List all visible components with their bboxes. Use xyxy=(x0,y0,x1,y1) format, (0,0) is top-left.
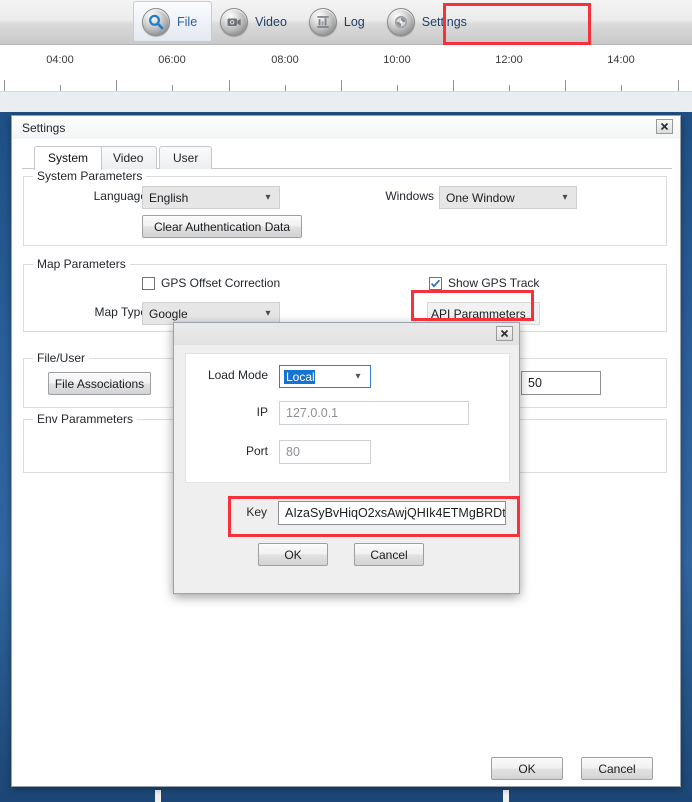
toolbar-button-file-label: File xyxy=(177,14,198,29)
timeline-ticks xyxy=(0,77,692,91)
checkbox-box-checked xyxy=(429,276,442,290)
file-associations-button[interactable]: File Associations xyxy=(48,372,151,395)
ip-label: IP xyxy=(256,405,268,419)
tab-system[interactable]: System xyxy=(34,146,103,170)
key-label: Key xyxy=(246,505,267,519)
timeline-label: 10:00 xyxy=(383,54,411,66)
timeline-ruler[interactable]: 04:00 06:00 08:00 10:00 12:00 14:00 xyxy=(0,45,692,92)
close-icon[interactable] xyxy=(656,119,673,134)
ip-input[interactable]: 127.0.0.1 xyxy=(279,401,469,425)
load-mode-value: Local xyxy=(284,369,315,384)
timeline-track-band xyxy=(0,92,692,112)
toolbar-button-video[interactable]: Video xyxy=(212,1,301,42)
settings-dialog-titlebar[interactable]: Settings xyxy=(12,116,680,140)
tab-video[interactable]: Video xyxy=(99,146,158,169)
toolbar-button-settings[interactable]: Settings xyxy=(379,1,481,42)
gps-offset-correction-label: GPS Offset Correction xyxy=(161,276,281,290)
language-label: Language xyxy=(93,189,147,203)
windows-label: Windows xyxy=(385,189,434,203)
toolbar-button-file[interactable]: File xyxy=(133,1,213,42)
group-system-parameters: System Parameters Language English ▾ Win… xyxy=(23,169,667,246)
chevron-down-icon: ▾ xyxy=(265,192,271,203)
toolbar-button-video-label: Video xyxy=(255,14,287,29)
chevron-down-icon: ▾ xyxy=(562,192,568,203)
language-value: English xyxy=(149,190,189,205)
settings-cancel-button[interactable]: Cancel xyxy=(581,757,653,780)
toolbar-left-spacer xyxy=(0,0,133,44)
settings-dialog-title: Settings xyxy=(22,121,66,135)
windows-value: One Window xyxy=(446,190,515,205)
show-gps-track-label: Show GPS Track xyxy=(448,276,540,290)
close-icon[interactable] xyxy=(496,326,513,341)
timeline-labels: 04:00 06:00 08:00 10:00 12:00 14:00 xyxy=(0,54,692,68)
settings-tabstrip: System Video User xyxy=(22,146,672,170)
settings-ok-button[interactable]: OK xyxy=(491,757,563,780)
backdrop-notch-left xyxy=(155,790,161,802)
toolbar-button-log[interactable]: Log xyxy=(301,1,379,42)
load-mode-label: Load Mode xyxy=(207,368,268,382)
timeline-label: 06:00 xyxy=(158,54,186,66)
aperture-icon xyxy=(386,7,415,36)
timeline-label: 04:00 xyxy=(46,54,74,66)
bar-chart-icon xyxy=(308,7,337,36)
checkbox-box xyxy=(142,276,155,290)
key-input[interactable]: AIzaSyBvHiqO2xsAwjQHIk4ETMgBRDtIt xyxy=(278,501,506,525)
backdrop-notch-right xyxy=(503,790,509,802)
group-map-parameters-title: Map Parameters xyxy=(33,257,130,271)
group-system-parameters-title: System Parameters xyxy=(33,169,147,183)
timeline-label: 14:00 xyxy=(607,54,635,66)
toolbar-button-log-label: Log xyxy=(343,14,365,29)
load-mode-select[interactable]: Local ▾ xyxy=(279,365,371,388)
api-cancel-button[interactable]: Cancel xyxy=(354,543,424,566)
windows-select[interactable]: One Window ▾ xyxy=(439,186,577,209)
map-type-value: Google xyxy=(149,306,188,321)
api-dialog-titlebar[interactable] xyxy=(174,323,519,345)
clear-authentication-data-button[interactable]: Clear Authentication Data xyxy=(142,215,302,238)
port-label: Port xyxy=(245,444,268,458)
api-connection-panel: Load Mode Local ▾ IP 127.0.0.1 Port 80 xyxy=(185,353,510,483)
magnifier-icon xyxy=(142,7,170,36)
language-select[interactable]: English ▾ xyxy=(142,186,280,209)
timeline-label: 08:00 xyxy=(271,54,299,66)
show-gps-track-checkbox[interactable]: Show GPS Track xyxy=(429,276,539,290)
map-type-label: Map Type xyxy=(94,305,147,319)
group-file-user-title: File/User xyxy=(33,351,90,365)
chevron-down-icon: ▾ xyxy=(265,308,271,319)
api-parameters-dialog: Load Mode Local ▾ IP 127.0.0.1 Port 80 K… xyxy=(173,322,520,594)
tab-user[interactable]: User xyxy=(159,146,213,169)
camera-icon xyxy=(220,7,249,36)
timeline-label: 12:00 xyxy=(495,54,523,66)
api-ok-button[interactable]: OK xyxy=(258,543,328,566)
toolbar-button-settings-label: Settings xyxy=(421,14,467,29)
gps-offset-correction-checkbox[interactable]: GPS Offset Correction xyxy=(142,276,280,290)
file-user-numeric-field[interactable]: 50 xyxy=(521,371,601,395)
api-key-row: Key AIzaSyBvHiqO2xsAwjQHIk4ETMgBRDtIt xyxy=(185,489,510,535)
load-mode-value-wrap: Local xyxy=(280,369,346,384)
chevron-down-icon: ▾ xyxy=(355,371,361,382)
main-toolbar: File Video Log Settings xyxy=(0,0,692,45)
group-env-parameters-title: Env Parammeters xyxy=(33,412,138,426)
port-input[interactable]: 80 xyxy=(279,440,371,464)
